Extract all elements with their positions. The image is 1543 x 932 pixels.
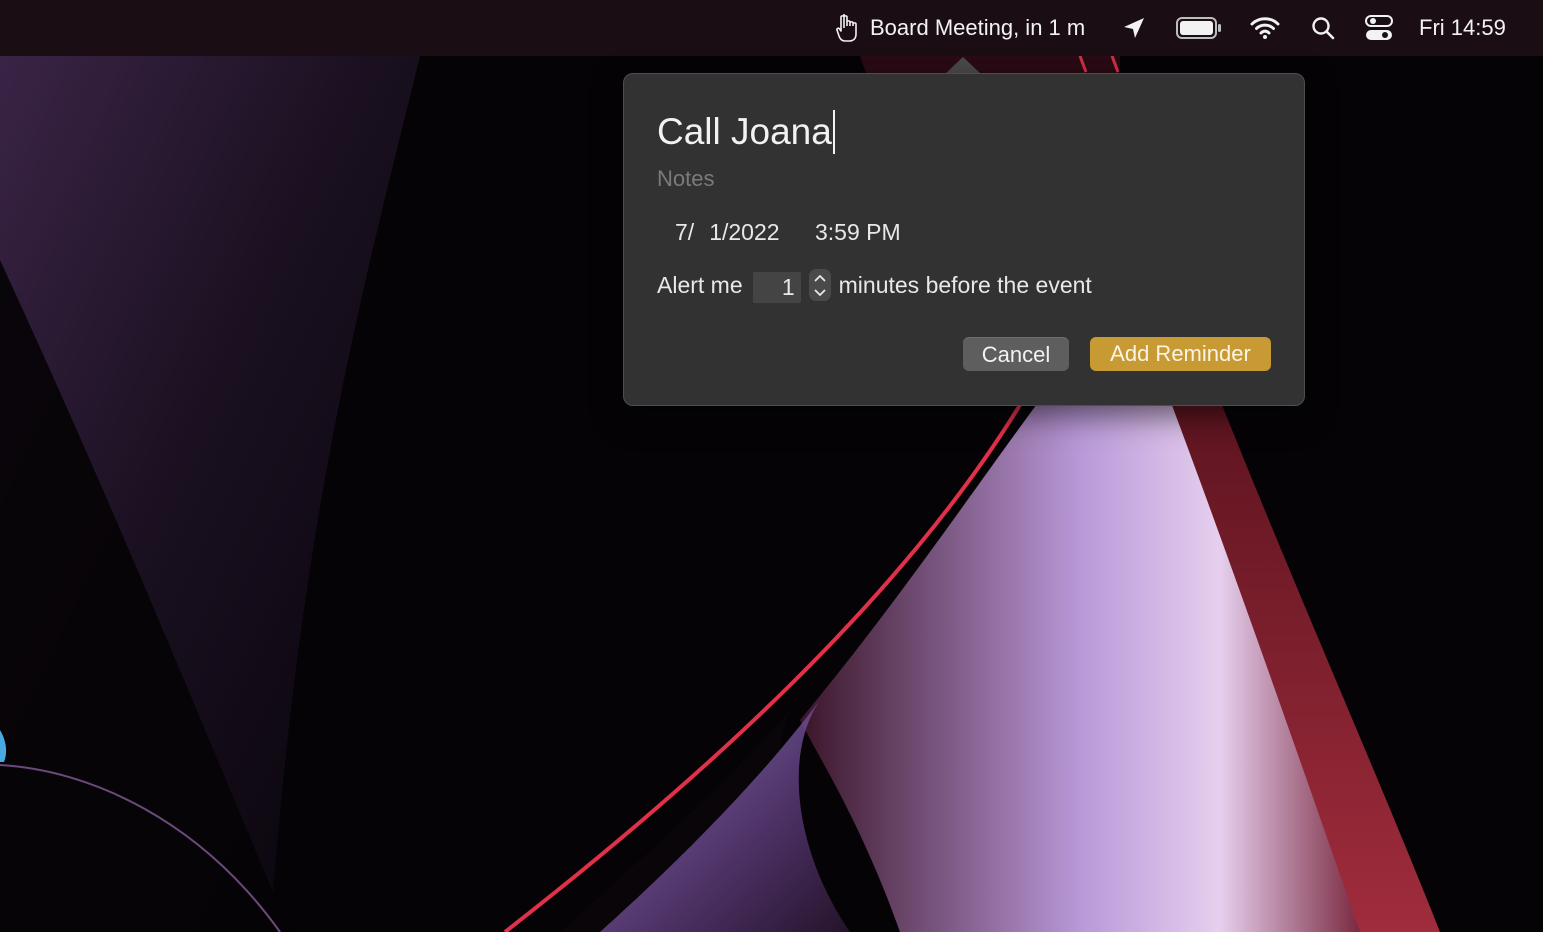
reminder-title-value: Call Joana bbox=[657, 111, 832, 152]
notes-field[interactable]: Notes bbox=[657, 166, 714, 192]
location-arrow-icon[interactable] bbox=[1122, 0, 1146, 56]
desktop: Board Meeting, in 1 m Fri 14:59 Call Joa… bbox=[0, 0, 1543, 932]
cancel-button[interactable]: Cancel bbox=[963, 337, 1069, 371]
calendar-event-item[interactable]: Board Meeting, in 1 m bbox=[836, 0, 1085, 56]
popover-arrow bbox=[945, 57, 981, 74]
reminder-title-field[interactable]: Call Joana bbox=[657, 106, 835, 158]
alert-minutes-stepper[interactable] bbox=[808, 269, 831, 301]
control-center-icon[interactable] bbox=[1365, 0, 1393, 56]
battery-icon[interactable] bbox=[1176, 0, 1222, 56]
date-month[interactable]: 7/ bbox=[675, 219, 694, 246]
chevron-up-icon[interactable] bbox=[809, 271, 831, 284]
chevron-down-icon[interactable] bbox=[809, 286, 831, 299]
date-day-year[interactable]: 1/2022 bbox=[709, 219, 779, 246]
add-reminder-button[interactable]: Add Reminder bbox=[1090, 337, 1271, 371]
calendar-event-label: Board Meeting, in 1 m bbox=[870, 15, 1086, 40]
menu-bar: Board Meeting, in 1 m Fri 14:59 bbox=[0, 0, 1543, 56]
alert-suffix-label: minutes before the event bbox=[838, 271, 1092, 298]
menubar-clock[interactable]: Fri 14:59 bbox=[1419, 0, 1506, 56]
search-icon[interactable] bbox=[1311, 0, 1335, 56]
wifi-icon[interactable] bbox=[1250, 0, 1280, 56]
text-caret bbox=[832, 110, 835, 154]
date-picker[interactable]: 7/ 1/2022 bbox=[675, 219, 780, 246]
time-picker[interactable]: 3:59 PM bbox=[815, 219, 901, 246]
alert-row: Alert me 1 minutes before the event bbox=[657, 267, 1092, 303]
alert-prefix-label: Alert me bbox=[657, 271, 743, 298]
add-reminder-popover: Call Joana Notes 7/ 1/2022 3:59 PM Alert… bbox=[623, 73, 1305, 406]
hand-pointer-icon bbox=[836, 12, 862, 44]
alert-minutes-field[interactable]: 1 bbox=[752, 271, 801, 303]
